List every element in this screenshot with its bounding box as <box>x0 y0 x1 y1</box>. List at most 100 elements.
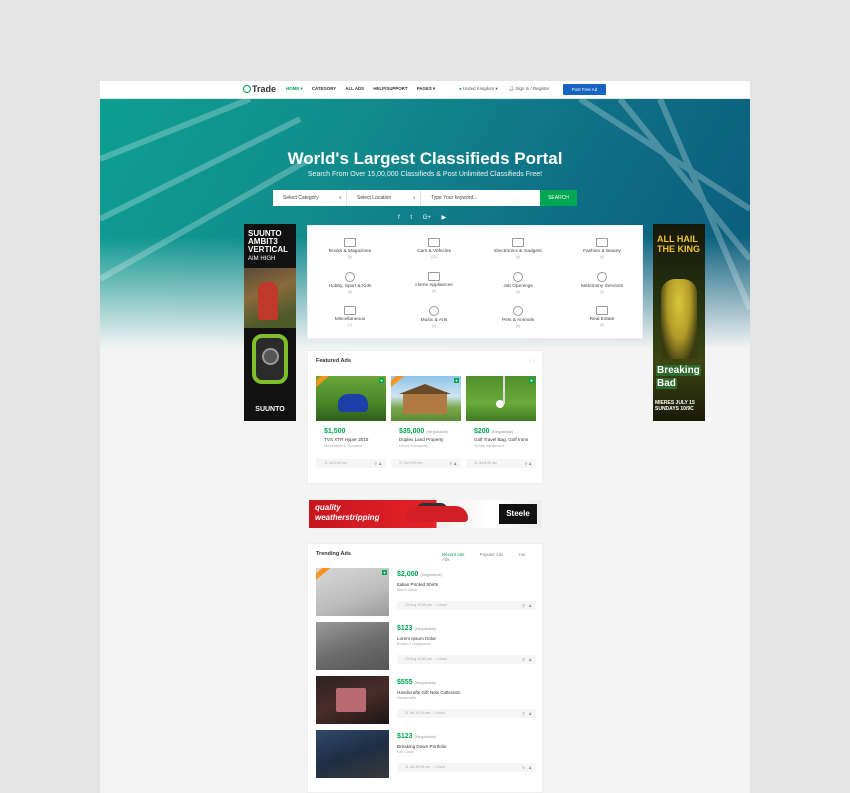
menu-item-help[interactable]: HELP/SUPPORT <box>373 86 407 91</box>
category-item[interactable]: Job Openings (3) <box>476 272 560 294</box>
featured-card[interactable]: ♥ $200 (Negotiable) Golf Travel Bag, Gol… <box>466 376 536 468</box>
car-image <box>406 506 468 522</box>
price-value: $200 <box>474 428 490 435</box>
category-item[interactable]: Hobby, Sport & Kids (5) <box>308 272 392 294</box>
trending-tabs: Recent Ads Popular Ads Hot Ads <box>442 552 542 562</box>
tab-popular-ads[interactable]: Popular Ads <box>480 552 504 557</box>
watch-image <box>252 334 288 384</box>
google-plus-icon[interactable]: G+ <box>423 215 431 221</box>
strip-brand: Steele <box>499 504 537 524</box>
favorite-icon[interactable]: ♥ <box>379 378 384 383</box>
featured-card[interactable]: ♥ $35,000 (Negotiable) Duplex Land Prope… <box>391 376 461 468</box>
category-item[interactable]: Pets & Animals (6) <box>476 306 560 328</box>
trending-row[interactable]: $555 (Negotiable) Handicrafts Gift New C… <box>316 676 536 726</box>
menu-item-home[interactable]: HOME ▾ <box>286 86 303 91</box>
category-select[interactable]: Select Category ⇕ <box>273 190 347 206</box>
ad-meta: 11 Jul 10:08 am ⌂ Used ⚲ ♟ <box>397 763 536 772</box>
misc-icon <box>344 306 356 315</box>
post-free-ad-button[interactable]: Post Free Ad <box>563 84 606 95</box>
shirts-image: ♥ <box>316 568 389 616</box>
favorite-icon[interactable]: ♥ <box>529 378 534 383</box>
category-item[interactable]: Miscellaneous (7) <box>308 306 392 327</box>
ad-category: Sports equipment <box>474 444 504 448</box>
ad-price: $2,000 (Negotiable) <box>397 571 442 578</box>
menu-item-pages[interactable]: PAGES ▾ <box>417 86 435 91</box>
location-select[interactable]: Select Location ⇕ <box>347 190 421 206</box>
category-name: Electronics & Gadgets <box>494 249 542 254</box>
rings-icon <box>597 272 607 282</box>
favorite-icon[interactable]: ♥ <box>454 378 459 383</box>
ad-meta: 23 Aug 12:30 pm ⌂ Used ⚲ ♟ <box>397 601 536 610</box>
category-name: Cars & Vehicles <box>417 249 451 254</box>
golf-club <box>503 376 505 404</box>
ad-date: 11 Jul 8:45 am <box>324 461 348 465</box>
category-count: (6) <box>515 324 521 328</box>
menu-item-all-ads[interactable]: ALL ADS <box>345 86 364 91</box>
hero-title: World's Largest Classifieds Portal <box>287 149 563 168</box>
signin-link[interactable]: 👤︎ Sign In / Register <box>509 86 550 91</box>
search-bar: Select Category ⇕ Select Location ⇕ Type Y… <box>273 190 577 206</box>
gift-box <box>336 688 366 712</box>
category-item[interactable]: Home Appliances (9) <box>392 272 476 293</box>
horizontal-banner-ad[interactable]: quality weatherstripping Steele <box>309 500 541 528</box>
flag-icon: ● <box>459 86 462 91</box>
location-user-icon[interactable]: ⚲ ♟ <box>524 459 532 468</box>
category-item[interactable]: Fashion & Beauty (4) <box>560 238 644 259</box>
location-user-icon[interactable]: ⚲ ♟ <box>522 709 532 718</box>
trending-row[interactable]: $123 (Negotiable) Breaking Down Portfoli… <box>316 730 536 780</box>
runner-figure <box>258 282 278 320</box>
right-ad-title: Breaking Bad <box>656 364 702 390</box>
ad-title: TVS XTR Hyper 2015 <box>324 437 369 442</box>
category-item[interactable]: Cars & Vehicles (12) <box>392 238 476 259</box>
location-user-icon[interactable]: ⚲ ♟ <box>522 655 532 664</box>
location-user-icon[interactable]: ⚲ ♟ <box>522 763 532 772</box>
featured-ads: Featured Ads ‹ › ♥ $1,500 TVS XTR Hyper … <box>307 350 543 484</box>
right-ad-headline: ALL HAIL THE KING <box>657 234 701 254</box>
facebook-icon[interactable]: f <box>398 215 400 221</box>
location-user-icon[interactable]: ⚲ ♟ <box>374 459 382 468</box>
scooter-shape <box>338 394 368 412</box>
twitter-icon[interactable]: t <box>410 215 412 221</box>
youtube-icon[interactable]: ▶ <box>442 215 447 221</box>
price-note: (Negotiable) <box>414 734 437 739</box>
music-icon <box>429 306 439 316</box>
logo[interactable]: Trade <box>243 84 276 94</box>
category-item[interactable]: Books & Magazines (8) <box>308 238 392 259</box>
nav-right: ● United Kingdom ▾ 👤︎ Sign In / Register <box>459 86 559 92</box>
right-banner-ad[interactable]: ALL HAIL THE KING Breaking Bad MIERES JU… <box>653 224 705 421</box>
country-selector[interactable]: ● United Kingdom ▾ <box>459 86 498 91</box>
keys-image <box>316 622 389 670</box>
left-ad-brand: SUUNTO <box>255 406 285 413</box>
featured-card[interactable]: ♥ $1,500 TVS XTR Hyper 2015 Motorbikes &… <box>316 376 386 468</box>
category-item[interactable]: Matrimony Services (2) <box>560 272 644 294</box>
menu-item-category[interactable]: CATEGORY <box>312 86 336 91</box>
category-item[interactable]: Real Estate (5) <box>560 306 644 327</box>
featured-ribbon <box>316 568 332 582</box>
category-item[interactable]: Music & Arts (4) <box>392 306 476 328</box>
strip-slogan-1: quality <box>315 503 341 512</box>
search-button[interactable]: SEARCH <box>540 190 577 206</box>
category-item[interactable]: Electronics & Gadgets (6) <box>476 238 560 259</box>
category-count: (2) <box>599 290 605 294</box>
carousel-arrows-icon[interactable]: ‹ › <box>529 358 534 364</box>
logo-mark-icon <box>243 85 251 93</box>
category-count: (6) <box>515 255 521 259</box>
select-caret-icon: ⇕ <box>412 195 416 200</box>
strip-slogan: quality weatherstripping <box>315 503 379 523</box>
left-ad-tagline: AIM HIGH <box>248 256 276 262</box>
ad-meta: 17 Jul 9:00 am ⚲ ♟ <box>391 459 461 468</box>
location-user-icon[interactable]: ⚲ ♟ <box>522 601 532 610</box>
left-banner-ad[interactable]: SUUNTO AMBIT3 VERTICAL AIM HIGH SUUNTO <box>244 224 296 421</box>
category-count: (4) <box>599 255 605 259</box>
featured-title: Featured Ads <box>316 358 351 364</box>
house-image: ♥ <box>391 376 461 421</box>
ad-meta: 23 Aug 12:30 pm ⌂ Used ⚲ ♟ <box>397 655 536 664</box>
trending-row[interactable]: ♥ $2,000 (Negotiable) Italian Printed Sh… <box>316 568 536 618</box>
trending-title: Trending Ads <box>316 551 351 557</box>
ad-title: Breaking Down Portfolio <box>397 744 447 749</box>
location-user-icon[interactable]: ⚲ ♟ <box>449 459 457 468</box>
keyword-input[interactable]: Type Your keyword... <box>421 190 540 206</box>
favorite-icon[interactable]: ♥ <box>382 570 387 575</box>
strip-slogan-2: weatherstripping <box>315 513 380 522</box>
trending-row[interactable]: $123 (Negotiable) Lorem Ipsum Dolar Book… <box>316 622 536 672</box>
